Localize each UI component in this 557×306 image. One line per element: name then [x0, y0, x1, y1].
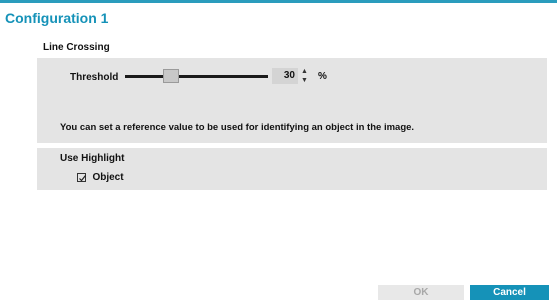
ok-button[interactable]: OK	[378, 285, 464, 300]
caret-up-icon[interactable]: ▲	[300, 67, 309, 76]
threshold-label: Threshold	[70, 72, 119, 83]
use-highlight-label: Use Highlight	[60, 153, 125, 164]
threshold-info-text: You can set a reference value to be used…	[60, 122, 415, 133]
threshold-stepper[interactable]: ▲ ▼	[300, 67, 309, 85]
object-checkbox-label: Object	[92, 172, 124, 184]
line-crossing-heading: Line Crossing	[43, 42, 110, 53]
threshold-unit: %	[318, 71, 327, 82]
threshold-panel: Threshold ▲ ▼ % You can set a reference …	[37, 58, 547, 143]
configuration-dialog: Configuration 1 Line Crossing Threshold …	[0, 0, 557, 306]
use-highlight-panel: Use Highlight Object	[37, 148, 547, 190]
cancel-button[interactable]: Cancel	[470, 285, 549, 300]
object-checkbox[interactable]: Object	[77, 169, 124, 184]
checkmark-icon	[79, 175, 86, 182]
checkbox-box[interactable]	[77, 173, 86, 183]
dialog-title: Configuration 1	[5, 10, 109, 26]
threshold-slider-track[interactable]	[125, 75, 268, 78]
threshold-slider-thumb[interactable]	[163, 69, 179, 83]
threshold-value-input[interactable]	[272, 68, 298, 84]
caret-down-icon[interactable]: ▼	[300, 76, 309, 85]
